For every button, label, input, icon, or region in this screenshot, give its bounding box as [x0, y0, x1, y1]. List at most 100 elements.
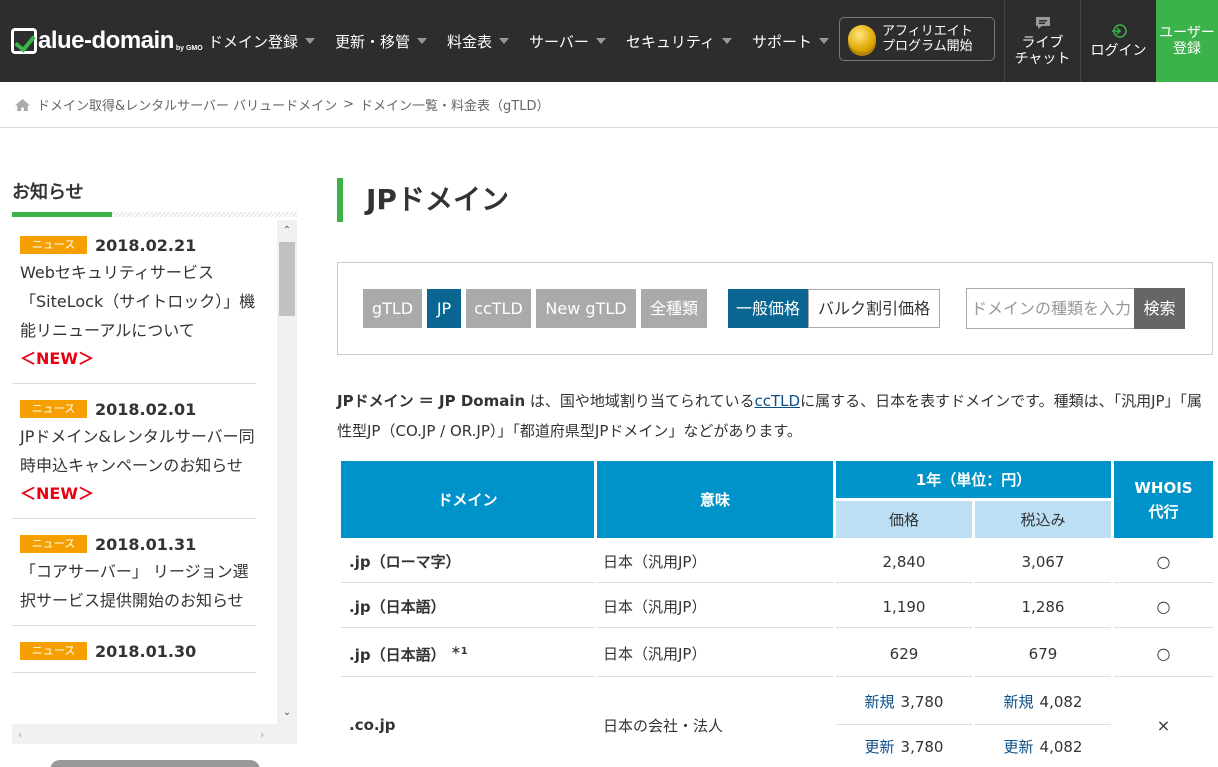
new-label: ＜NEW＞: [20, 484, 94, 503]
domain-cell: .jp（ローマ字）: [341, 541, 594, 583]
affiliate-button[interactable]: アフィリエイト プログラム開始: [839, 17, 995, 61]
horizontal-scrollbar[interactable]: ‹ ›: [12, 724, 297, 744]
search-button[interactable]: 検索: [1134, 288, 1185, 329]
domain-cell: .jp（日本語）: [341, 586, 594, 628]
general-price-button[interactable]: 一般価格: [728, 289, 808, 328]
tax-cell: 3,067: [975, 541, 1111, 583]
tab-cctld[interactable]: ccTLD: [466, 289, 531, 328]
scrollbar-thumb[interactable]: [279, 242, 295, 316]
filter-panel: gTLD JP ccTLD New gTLD 全種類 一般価格 バルク割引価格 …: [337, 262, 1213, 355]
login-label: ログイン: [1090, 42, 1147, 59]
tab-new-gtld[interactable]: New gTLD: [536, 289, 636, 328]
tax-cell: 新規 4,082 更新 4,082: [975, 680, 1111, 767]
news-item[interactable]: ニュース 2018.02.01 JPドメイン&レンタルサーバー同時申込キャンペーン…: [12, 384, 256, 519]
nav-server[interactable]: サーバー: [529, 31, 606, 52]
meaning-cell: 日本（汎用JP）: [597, 631, 833, 677]
new-label: ＜NEW＞: [20, 349, 94, 368]
table-row: .jp（ローマ字） 日本（汎用JP） 2,840 3,067 ○: [341, 541, 1213, 583]
caret-down-icon: [305, 38, 316, 44]
cctld-link[interactable]: ccTLD: [754, 392, 800, 410]
meaning-cell: 日本（汎用JP）: [597, 541, 833, 583]
scroll-right-icon[interactable]: ›: [260, 728, 264, 741]
scroll-up-icon[interactable]: ⌃: [282, 226, 292, 236]
col-tax: 税込み: [975, 501, 1111, 538]
news-date: 2018.01.31: [95, 534, 197, 554]
sidebar-button-partial[interactable]: [50, 760, 260, 767]
breadcrumb-home-link[interactable]: ドメイン取得&レンタルサーバー バリュードメイン: [37, 95, 337, 114]
price-table: ドメイン 意味 1年（単位：円） WHOIS 代行 価格 税込み .jp（ローマ…: [338, 458, 1216, 767]
news-link[interactable]: Webセキュリティサービス「SiteLock（サイトロック）」機能リニューアルに…: [20, 258, 256, 345]
new-price: 新規 3,780: [836, 680, 972, 725]
news-link[interactable]: 「コアサーバー」 リージョン選択サービス提供開始のお知らせ: [20, 557, 256, 615]
nav-label: サポート: [752, 32, 813, 51]
price-cell: 2,840: [836, 541, 972, 583]
col-year: 1年（単位：円）: [836, 461, 1111, 498]
breadcrumb-current: ドメイン一覧・料金表（gTLD）: [360, 99, 550, 114]
nav-label: セキュリティ: [625, 32, 716, 51]
breadcrumb-separator: >: [343, 97, 355, 112]
title-accent-bar: [337, 178, 343, 222]
breadcrumb: ドメイン取得&レンタルサーバー バリュードメイン > ドメイン一覧・料金表（gT…: [0, 82, 1218, 128]
new-label: 新規: [864, 693, 895, 711]
login-button[interactable]: ログイン: [1080, 0, 1156, 82]
news-scroll-box[interactable]: ニュース 2018.02.21 Webセキュリティサービス「SiteLock（サイ…: [12, 220, 297, 744]
tab-jp[interactable]: JP: [427, 289, 461, 328]
nav-label: 更新・移管: [335, 32, 411, 51]
news-badge: ニュース: [20, 535, 87, 553]
meaning-cell: 日本の会社・法人: [597, 680, 833, 767]
scroll-down-icon[interactable]: ⌄: [282, 708, 292, 718]
page-title: JPドメイン: [366, 183, 509, 216]
renew-tax-value: 4,082: [1039, 738, 1083, 756]
logo-text: alue-domain: [38, 27, 174, 54]
vertical-scrollbar[interactable]: ⌃ ⌄: [277, 220, 297, 724]
renew-price: 更新 3,780: [836, 725, 972, 767]
chat-label-2: チャット: [1014, 50, 1071, 67]
nav-domain-register[interactable]: ドメイン登録: [208, 31, 316, 52]
live-chat-button[interactable]: ライブ チャット: [1004, 0, 1080, 82]
news-item[interactable]: ニュース 2018.02.21 Webセキュリティサービス「SiteLock（サイ…: [12, 220, 256, 384]
col-whois: WHOIS 代行: [1114, 461, 1213, 538]
user-register-button[interactable]: ユーザー 登録: [1156, 0, 1218, 82]
price-cell: 新規 3,780 更新 3,780: [836, 680, 972, 767]
nav-support[interactable]: サポート: [752, 31, 830, 52]
tab-all[interactable]: 全種類: [641, 289, 707, 328]
home-icon: [15, 98, 30, 111]
renew-tax: 更新 4,082: [975, 725, 1111, 767]
tab-gtld[interactable]: gTLD: [363, 289, 422, 328]
new-tax: 新規 4,082: [975, 680, 1111, 725]
news-date: 2018.01.30: [95, 641, 197, 661]
news-item[interactable]: ニュース 2018.01.31 「コアサーバー」 リージョン選択サービス提供開始の…: [12, 519, 256, 626]
new-label: 新規: [1003, 693, 1034, 711]
scroll-left-icon[interactable]: ‹: [18, 728, 22, 741]
site-logo[interactable]: alue-domain by GMO: [11, 24, 203, 54]
bulk-price-button[interactable]: バルク割引価格: [808, 289, 940, 328]
news-list: ニュース 2018.02.21 Webセキュリティサービス「SiteLock（サイ…: [12, 220, 256, 673]
table-row: .co.jp 日本の会社・法人 新規 3,780 更新 3,780 新規 4,082 …: [341, 680, 1213, 767]
domain-cell: .jp（日本語） ＊1: [341, 631, 594, 677]
register-label-2: 登録: [1173, 41, 1201, 57]
news-item[interactable]: ニュース 2018.01.30: [12, 626, 256, 673]
chat-label-1: ライブ: [1021, 34, 1064, 51]
desc-bold: JPドメイン ＝ JP Domain: [337, 392, 526, 410]
caret-down-icon: [819, 38, 830, 44]
domain-search-input[interactable]: [966, 288, 1134, 329]
nav-renew-transfer[interactable]: 更新・移管: [335, 31, 428, 52]
affiliate-label-2: プログラム開始: [882, 39, 973, 54]
col-domain: ドメイン: [341, 461, 594, 538]
renew-label: 更新: [1003, 738, 1034, 756]
domain-cell: .co.jp: [341, 680, 594, 767]
tax-cell: 1,286: [975, 586, 1111, 628]
col-meaning: 意味: [597, 461, 833, 538]
caret-down-icon: [499, 38, 510, 44]
meaning-cell: 日本（汎用JP）: [597, 586, 833, 628]
nav-pricing[interactable]: 料金表: [447, 31, 510, 52]
footnote-mark: ＊1: [450, 646, 468, 657]
register-label-1: ユーザー: [1159, 25, 1215, 41]
news-date: 2018.02.21: [95, 235, 197, 255]
description: JPドメイン ＝ JP Domain は、国や地域割り当てられているccTLDに…: [337, 386, 1215, 446]
news-link[interactable]: JPドメイン&レンタルサーバー同時申込キャンペーンのお知らせ: [20, 422, 256, 480]
nav-security[interactable]: セキュリティ: [625, 31, 733, 52]
nav-label: サーバー: [529, 32, 589, 51]
nav-label: 料金表: [447, 32, 493, 51]
affiliate-label-1: アフィリエイト: [882, 24, 973, 39]
